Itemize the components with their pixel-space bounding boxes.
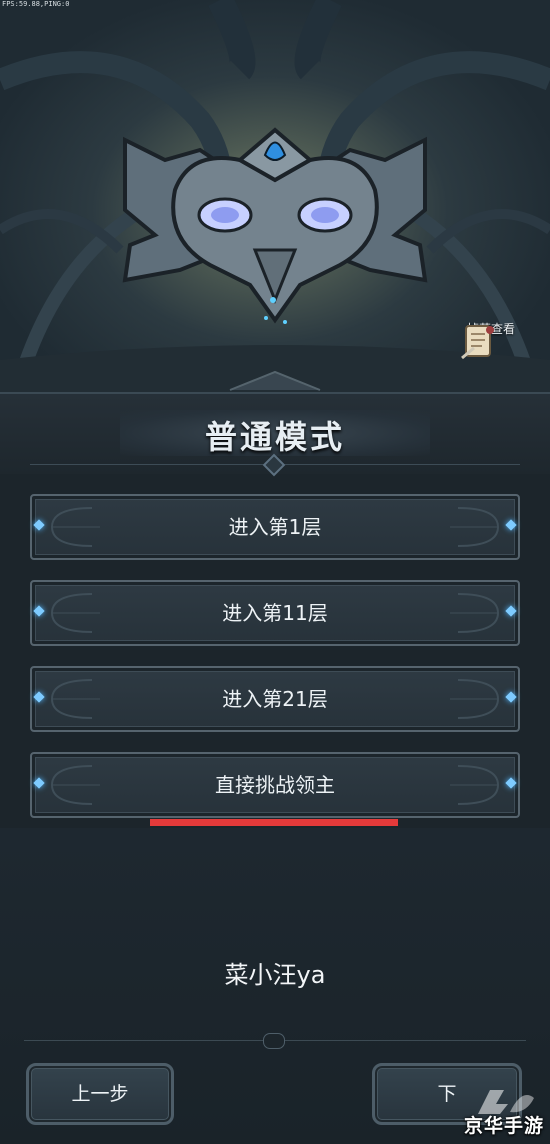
challenge-boss-label: 直接挑战领主 bbox=[215, 773, 335, 797]
mode-title-band: 普通模式 bbox=[0, 392, 550, 477]
enter-floor-21-label: 进入第21层 bbox=[222, 687, 328, 711]
watermark: 京华手游 bbox=[454, 1084, 550, 1144]
boss-artwork: 掉落查看 bbox=[0, 0, 550, 395]
scroll-icon bbox=[461, 325, 494, 360]
previous-step-label: 上一步 bbox=[71, 1083, 129, 1105]
mode-title: 普通模式 bbox=[204, 418, 345, 456]
fps-readout: FPS:59.88,PING:0 bbox=[2, 0, 70, 8]
enter-floor-1-label: 进入第1层 bbox=[228, 515, 322, 539]
highlight-underline bbox=[150, 819, 398, 826]
enter-floor-1-button[interactable]: 进入第1层 bbox=[30, 494, 520, 560]
loot-view-button[interactable]: 掉落查看 bbox=[458, 322, 524, 378]
enter-floor-11-button[interactable]: 进入第11层 bbox=[30, 580, 520, 646]
divider-knot-ornament bbox=[263, 1033, 285, 1049]
enter-floor-11-label: 进入第11层 bbox=[222, 601, 328, 625]
previous-step-button[interactable]: 上一步 bbox=[26, 1063, 174, 1125]
player-name: 菜小汪ya bbox=[224, 961, 326, 989]
watermark-text: 京华手游 bbox=[463, 1115, 544, 1137]
enter-floor-21-button[interactable]: 进入第21层 bbox=[30, 666, 520, 732]
challenge-boss-button[interactable]: 直接挑战领主 bbox=[30, 752, 520, 818]
